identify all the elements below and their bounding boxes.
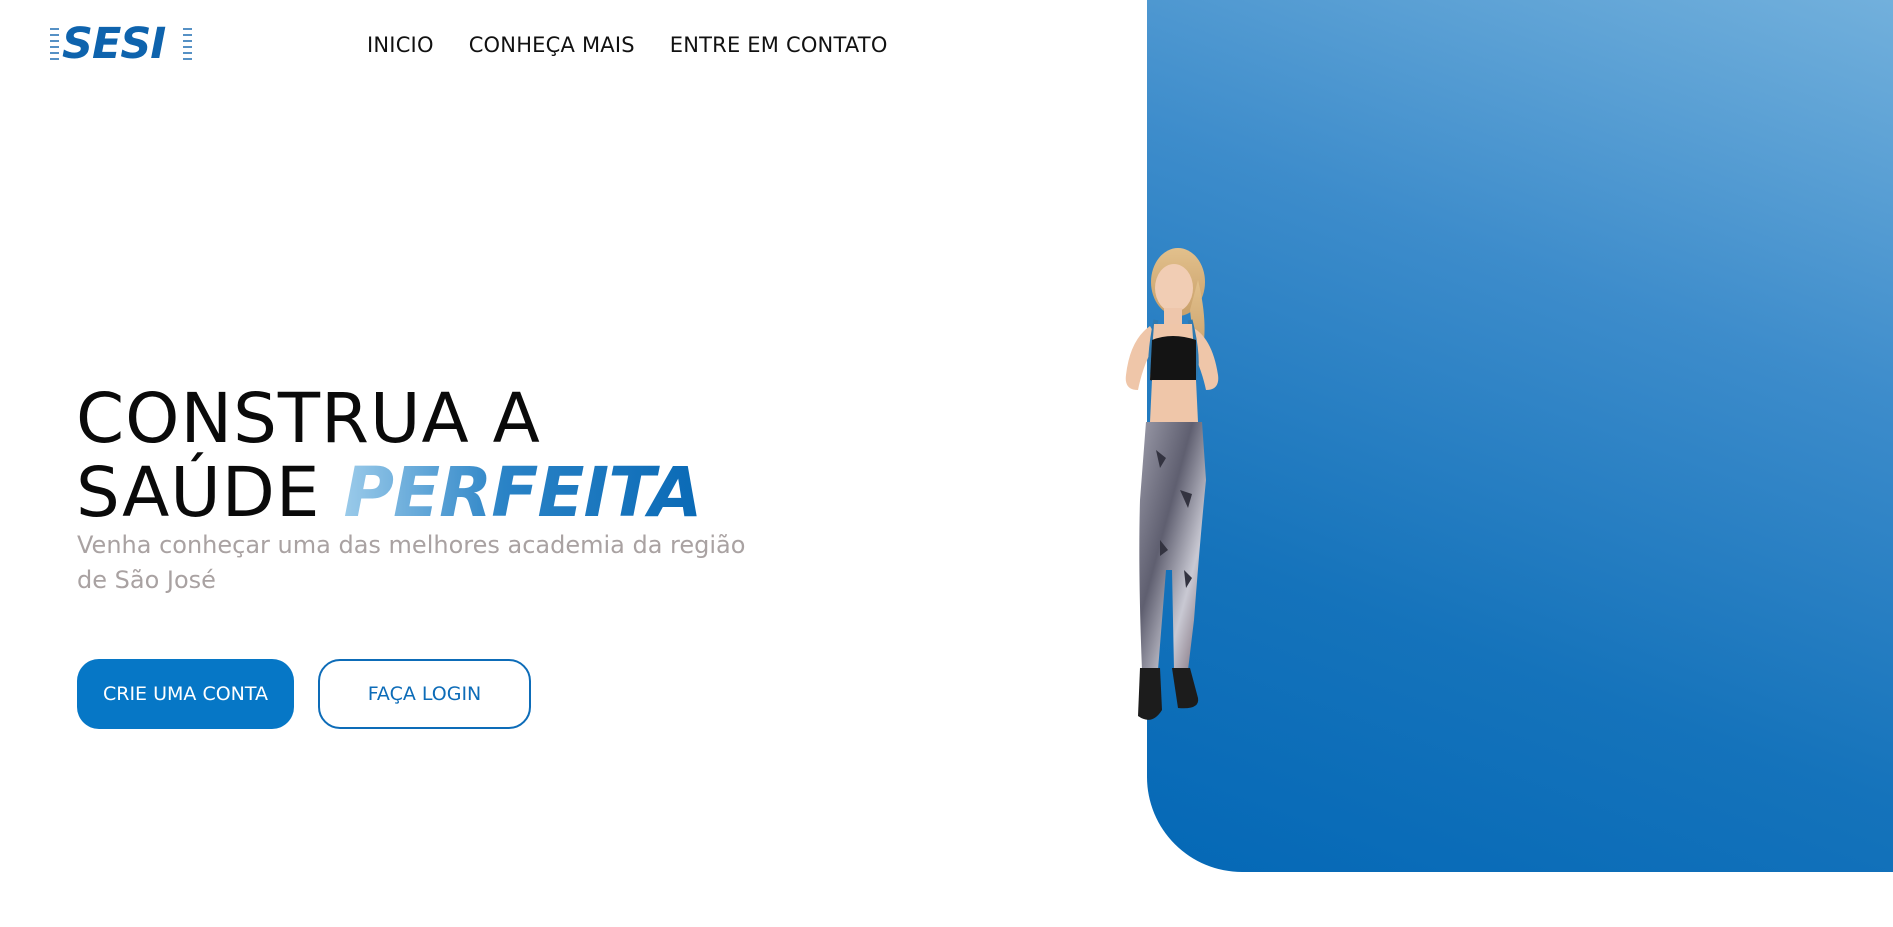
hero-subtitle: Venha conheçar uma das melhores academia… — [77, 531, 746, 594]
sesi-logo[interactable]: SESI — [50, 19, 195, 69]
fitness-woman-image — [1125, 248, 1219, 720]
nav-link-inicio[interactable]: INICIO — [367, 33, 434, 57]
hero-title: CONSTRUA A SAÚDE PERFEITA — [76, 379, 702, 533]
hero-title-accent: PERFEITA — [343, 453, 702, 533]
logo-stripes-right — [183, 28, 192, 66]
nav-link-conheca-mais[interactable]: CONHEÇA MAIS — [469, 33, 635, 57]
main-nav: INICIO CONHEÇA MAIS ENTRE EM CONTATO — [367, 33, 888, 57]
hero-title-line-1: CONSTRUA A — [76, 379, 541, 459]
hero-title-prefix: SAÚDE — [76, 453, 344, 533]
create-account-button[interactable]: CRIE UMA CONTA — [77, 659, 294, 729]
nav-link-entre-em-contato[interactable]: ENTRE EM CONTATO — [670, 33, 888, 57]
logo-stripes-left — [50, 28, 59, 66]
login-button[interactable]: FAÇA LOGIN — [318, 659, 531, 729]
hero-blue-panel — [1147, 0, 1893, 872]
hero-title-line-2: SAÚDE PERFEITA — [76, 453, 702, 533]
logo-text: SESI — [62, 19, 166, 69]
